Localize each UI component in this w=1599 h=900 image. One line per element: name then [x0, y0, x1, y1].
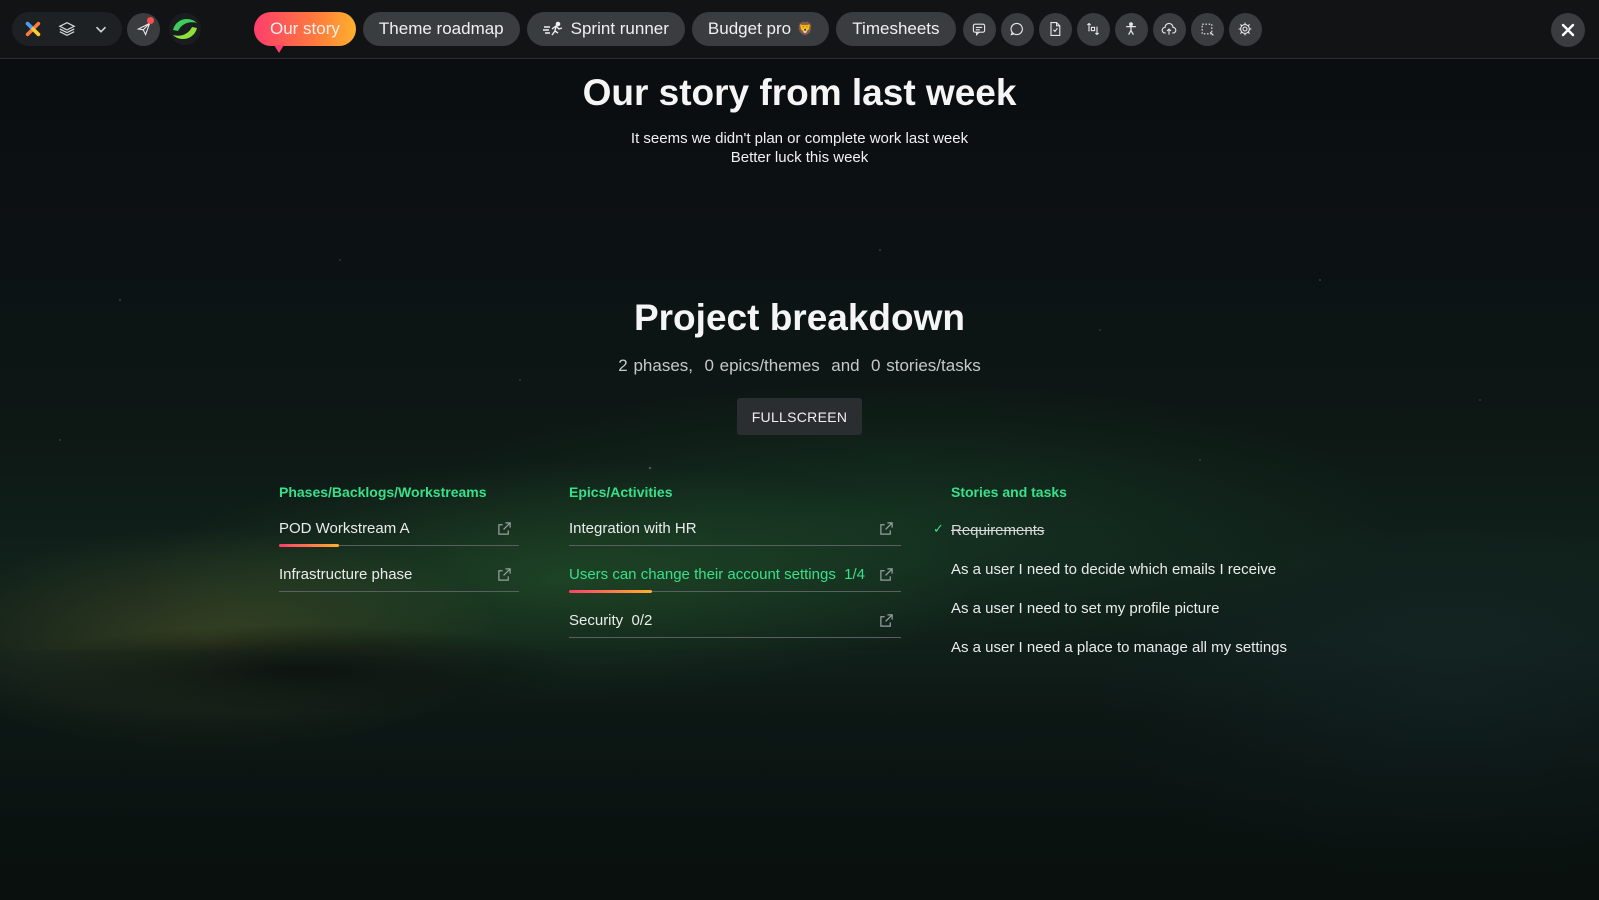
workspace-logo-icon[interactable]	[168, 12, 202, 46]
progress-bar	[279, 544, 339, 547]
sync-icon	[1087, 23, 1100, 35]
runner-icon	[542, 21, 565, 37]
stories-heading: Stories and tasks	[951, 484, 1067, 500]
notification-dot	[147, 16, 154, 24]
layers-icon[interactable]	[50, 12, 84, 46]
progress-bar	[569, 590, 652, 593]
app-logo-icon[interactable]	[16, 12, 50, 46]
close-icon	[1561, 23, 1575, 37]
epics-heading: Epics/Activities	[569, 484, 673, 500]
hero-line-1: It seems we didn't plan or complete work…	[630, 130, 969, 147]
top-bar: Our story Theme roadmap Sprint runner Bu…	[0, 0, 1599, 59]
tab-timesheets[interactable]: Timesheets	[836, 12, 956, 46]
list-item[interactable]: POD Workstream A	[279, 512, 519, 547]
external-link-icon[interactable]	[877, 566, 895, 584]
external-link-icon[interactable]	[877, 520, 895, 538]
cloud-upload-icon	[1161, 22, 1177, 35]
app-switcher	[12, 12, 122, 46]
phase-label: Infrastructure phase	[279, 566, 413, 583]
cloud-upload-button[interactable]	[1152, 12, 1186, 46]
list-item[interactable]: Infrastructure phase	[279, 558, 519, 592]
epic-label-wrap: Security 0/2	[569, 612, 877, 629]
tab-label: Budget pro	[707, 19, 792, 38]
tab-label: Timesheets	[852, 19, 940, 38]
selection-button[interactable]	[1190, 12, 1224, 46]
epic-count: 1/4	[844, 566, 866, 583]
phase-label: POD Workstream A	[279, 520, 410, 537]
epic-label: Security	[569, 612, 624, 629]
hero-subtitle: It seems we didn't plan or complete work…	[0, 129, 1599, 167]
document-button[interactable]	[1038, 12, 1072, 46]
list-item[interactable]: Security 0/2	[569, 604, 901, 638]
story-item[interactable]: As a user I need to set my profile pictu…	[951, 600, 1219, 617]
external-link-icon[interactable]	[495, 520, 513, 538]
tab-our-story[interactable]: Our story	[254, 12, 356, 53]
tab-label: Theme roadmap	[378, 19, 504, 38]
tab-bar: Our story Theme roadmap Sprint runner Bu…	[254, 12, 1262, 53]
settings-button[interactable]	[1228, 12, 1262, 46]
fullscreen-button[interactable]: FULLSCREEN	[737, 398, 862, 435]
chevron-down-icon[interactable]	[84, 12, 118, 46]
list-item[interactable]: Users can change their account settings …	[569, 558, 901, 593]
lion-icon: 🦁	[797, 21, 814, 36]
selection-icon	[1201, 23, 1214, 36]
external-link-icon[interactable]	[877, 612, 895, 630]
tab-label: Our story	[270, 19, 340, 38]
tab-budget-pro[interactable]: Budget pro 🦁	[691, 12, 830, 46]
epic-label: Users can change their account settings	[569, 566, 836, 583]
send-button[interactable]	[127, 12, 160, 46]
epic-label-wrap: Users can change their account settings …	[569, 566, 877, 583]
story-item[interactable]: Requirements	[951, 522, 1044, 539]
tab-theme-roadmap[interactable]: Theme roadmap	[362, 12, 520, 46]
gear-icon	[1238, 22, 1252, 36]
close-button[interactable]	[1551, 13, 1585, 47]
hero-line-2: Better luck this week	[730, 149, 869, 166]
list-item[interactable]: Integration with HR	[569, 512, 901, 546]
chat-button[interactable]	[962, 12, 996, 46]
external-link-icon[interactable]	[495, 566, 513, 584]
epic-count: 0/2	[631, 612, 653, 629]
tab-sprint-runner[interactable]: Sprint runner	[526, 12, 685, 46]
accessibility-button[interactable]	[1114, 12, 1148, 46]
checkmark-icon: ✓	[933, 521, 944, 536]
story-item[interactable]: As a user I need a place to manage all m…	[951, 639, 1287, 656]
accessibility-icon	[1126, 22, 1136, 35]
tab-label: Sprint runner	[570, 19, 669, 38]
sync-button[interactable]	[1076, 12, 1110, 46]
story-item[interactable]: As a user I need to decide which emails …	[951, 561, 1276, 578]
epic-label: Integration with HR	[569, 520, 697, 537]
phases-heading: Phases/Backlogs/Workstreams	[279, 484, 487, 500]
comment-icon	[1010, 22, 1023, 36]
document-icon	[1050, 22, 1061, 36]
page-title: Our story from last week	[582, 72, 1017, 113]
comment-button[interactable]	[1000, 12, 1034, 46]
breakdown-summary: 2 phases, 0 epics/themes and 0 stories/t…	[618, 356, 981, 375]
lake-background	[0, 650, 1599, 900]
section-title: Project breakdown	[633, 297, 966, 338]
chat-icon	[972, 23, 986, 36]
